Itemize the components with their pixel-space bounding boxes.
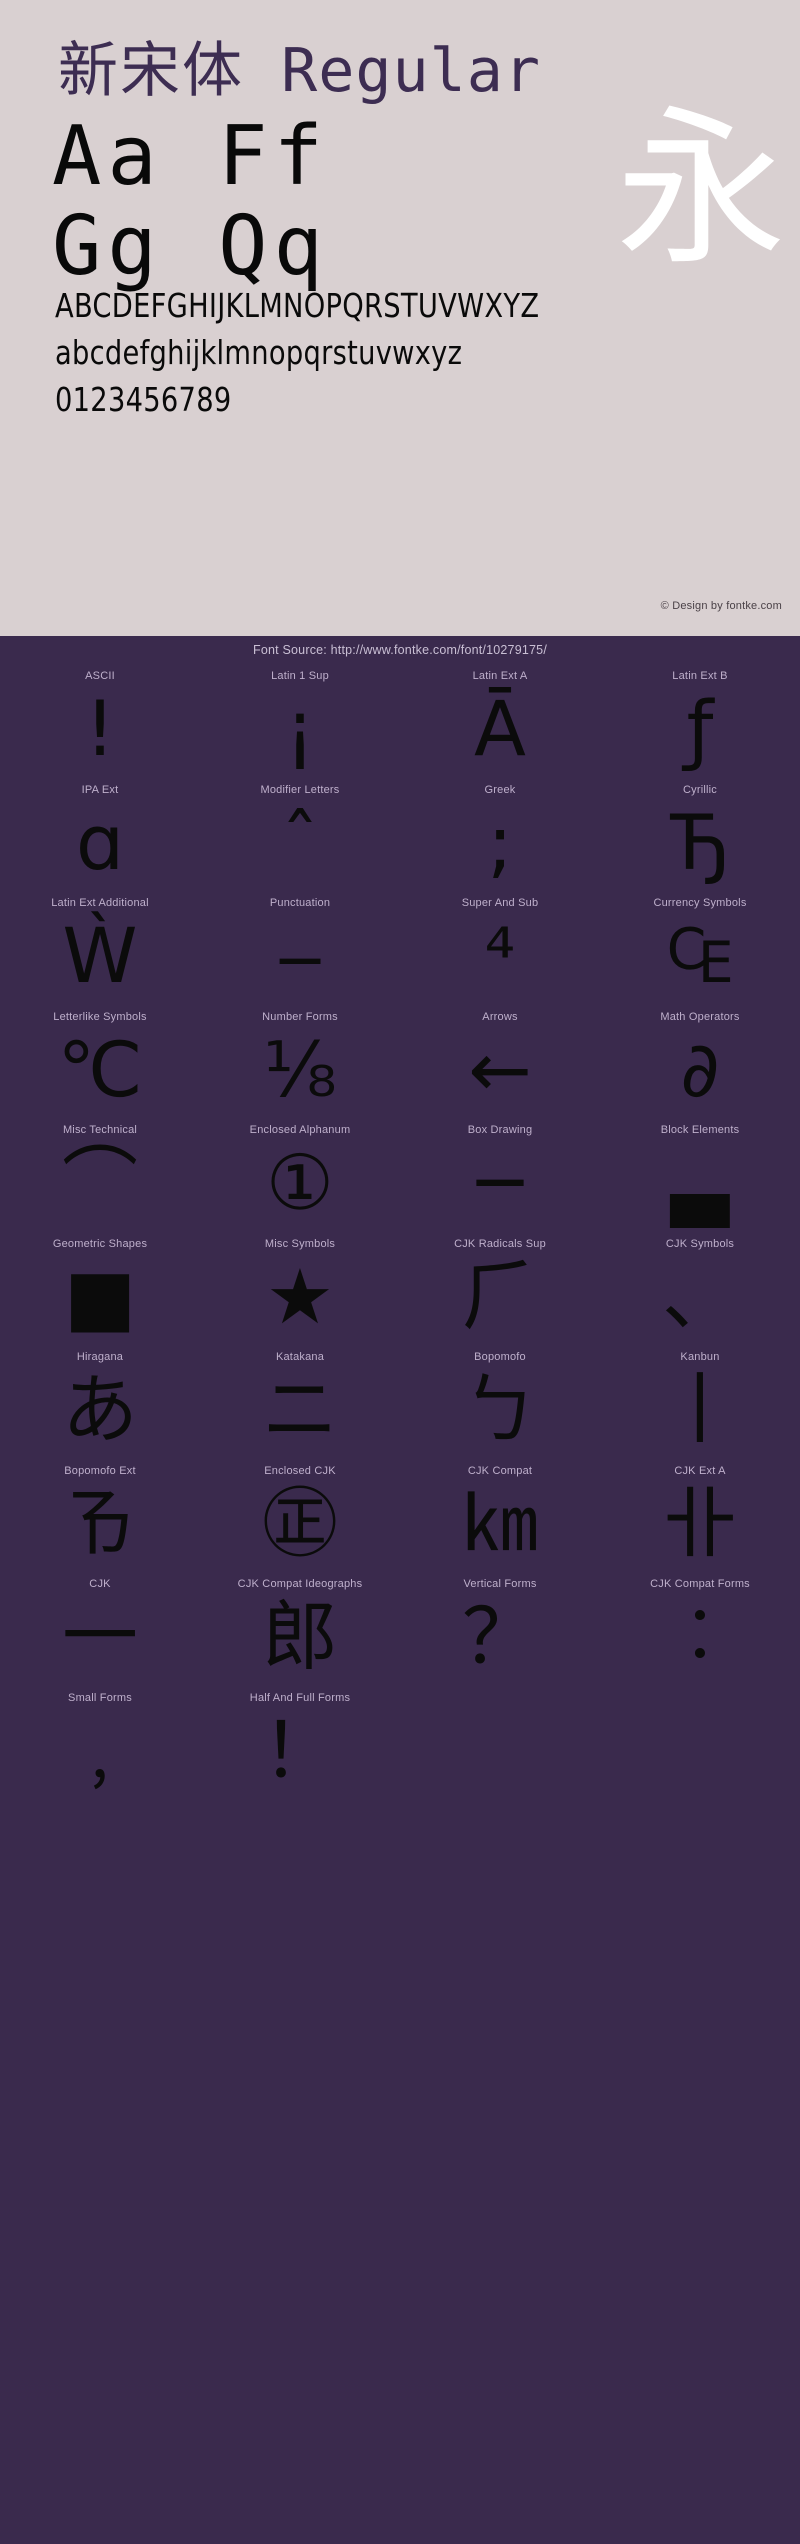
unicode-block-glyph: ﹐: [62, 1705, 138, 1795]
unicode-block-cell[interactable]: CJK Symbols、: [600, 1232, 800, 1346]
unicode-block-cell[interactable]: CJK Compat ㎞: [400, 1459, 600, 1573]
unicode-block-cell[interactable]: Enclosed Alphanum ①: [200, 1118, 400, 1232]
unicode-block-glyph: ⌒: [62, 1138, 138, 1227]
unicode-block-glyph: ;: [487, 797, 513, 887]
unicode-block-glyph: ⺁: [462, 1251, 538, 1341]
unicode-block-glyph: [600, 1702, 800, 1800]
unicode-block-cell[interactable]: Misc Technical ⌒: [0, 1118, 200, 1232]
showcase-glyph: 永: [615, 91, 786, 289]
unicode-block-glyph: 卝: [662, 1478, 738, 1568]
unicode-block-cell[interactable]: Latin Ext Bƒ: [600, 664, 800, 778]
unicode-block-cell[interactable]: Box Drawing ─: [400, 1118, 600, 1232]
unicode-block-glyph: ƒ: [686, 684, 714, 773]
page-title: 新宋体 Regular: [58, 36, 541, 106]
unicode-block-glyph: Ā: [474, 684, 526, 773]
unicode-block-cell[interactable]: CJK Ext A卝: [600, 1459, 800, 1573]
unicode-block-glyph: ▃: [670, 1138, 730, 1227]
unicode-block-glyph: ㎞: [462, 1478, 538, 1568]
unicode-block-cell[interactable]: Hiragana あ: [0, 1345, 200, 1459]
unicode-block-glyph: ㊣: [262, 1478, 338, 1568]
unicode-block-cell[interactable]: Cyrillic Ђ: [600, 778, 800, 892]
unicode-block-glyph: ㄅ: [462, 1365, 538, 1454]
unicode-block-cell[interactable]: Block Elements ▃: [600, 1118, 800, 1232]
unicode-block-glyph: 郎: [262, 1592, 338, 1681]
unicode-block-glyph: ←: [468, 1024, 532, 1114]
unicode-block-glyph: ¡: [284, 684, 316, 773]
uppercase-alphabet-row: ABCDEFGHIJKLMNOPQRSTUVWXYZ: [55, 286, 540, 325]
unicode-block-cell[interactable]: IPA Ext ɑ: [0, 778, 200, 892]
letter-pairs-block: Aa Ff Gg Qq: [52, 112, 482, 292]
letter-pair-row-1: Aa Ff: [52, 109, 329, 204]
unicode-block-glyph: !: [84, 684, 116, 773]
unicode-block-glyph: [400, 1702, 600, 1800]
specimen-panel: 新宋体 Regular Aa Ff Gg Qq 永 ABCDEFGHIJKLMN…: [0, 0, 800, 636]
unicode-block-cell[interactable]: Geometric Shapes ■: [0, 1232, 200, 1346]
unicode-block-glyph: ˆ: [281, 797, 319, 887]
unicode-block-glyph: ℃: [57, 1024, 143, 1114]
unicode-block-glyph: ★: [265, 1251, 335, 1341]
unicode-block-cell[interactable]: Half And Full Forms！: [200, 1686, 400, 1800]
unicode-block-cell[interactable]: CJK 一: [0, 1572, 200, 1686]
alphabet-block: ABCDEFGHIJKLMNOPQRSTUVWXYZ abcdefghijklm…: [55, 282, 755, 423]
unicode-block-glyph: ─: [477, 1138, 523, 1227]
unicode-block-cell[interactable]: Small Forms ﹐: [0, 1686, 200, 1800]
unicode-block-glyph: ①: [265, 1138, 335, 1227]
unicode-block-glyph: ‒: [275, 911, 325, 1000]
unicode-block-glyph: 一: [62, 1592, 138, 1681]
unicode-block-cell[interactable]: Punctuation ‒: [200, 891, 400, 1005]
letter-pair-row-2: Gg Qq: [52, 199, 329, 294]
unicode-block-glyph: あ: [62, 1365, 138, 1454]
unicode-block-cell[interactable]: [400, 1686, 600, 1800]
unicode-block-glyph: Ђ: [670, 797, 730, 887]
unicode-block-glyph: ︰: [662, 1592, 738, 1681]
unicode-block-glyph: ⁴: [484, 911, 516, 1000]
unicode-block-glyph: ㄯ: [62, 1478, 138, 1568]
unicode-block-glyph: ■: [64, 1251, 136, 1341]
unicode-block-cell[interactable]: Enclosed CJK ㊣: [200, 1459, 400, 1573]
unicode-block-cell[interactable]: Bopomofo ㄅ: [400, 1345, 600, 1459]
lowercase-alphabet-row: abcdefghijklmnopqrstuvwxyz: [55, 333, 463, 372]
unicode-block-cell[interactable]: Katakana ニ: [200, 1345, 400, 1459]
unicode-block-cell[interactable]: Vertical Forms？: [400, 1572, 600, 1686]
unicode-block-cell[interactable]: Currency Symbols ₠: [600, 891, 800, 1005]
unicode-block-cell[interactable]: Latin Ext Additional Ẁ: [0, 891, 200, 1005]
unicode-block-cell[interactable]: Number Forms ⅛: [200, 1005, 400, 1119]
unicode-block-cell[interactable]: Misc Symbols ★: [200, 1232, 400, 1346]
unicode-block-glyph: ！: [262, 1705, 338, 1795]
unicode-block-cell[interactable]: CJK Compat Ideographs 郎: [200, 1572, 400, 1686]
unicode-block-glyph: 丨: [662, 1365, 738, 1454]
unicode-block-cell[interactable]: Super And Sub ⁴: [400, 891, 600, 1005]
unicode-block-glyph: Ẁ: [62, 911, 138, 1000]
unicode-block-cell[interactable]: Bopomofo Ext ㄯ: [0, 1459, 200, 1573]
unicode-block-cell[interactable]: Math Operators ∂: [600, 1005, 800, 1119]
font-specimen-page: 新宋体 Regular Aa Ff Gg Qq 永 ABCDEFGHIJKLMN…: [0, 0, 800, 2544]
unicode-block-cell[interactable]: Greek;: [400, 778, 600, 892]
unicode-block-glyph: ∂: [680, 1024, 720, 1114]
copyright-notice: © Design by fontke.com: [660, 600, 782, 612]
unicode-block-cell[interactable]: Latin Ext AĀ: [400, 664, 600, 778]
unicode-blocks-grid: ASCII! Latin 1 Sup ¡ Latin Ext A Ā Latin Ext …: [0, 664, 800, 1799]
unicode-block-glyph: ₠: [666, 911, 734, 1000]
unicode-block-glyph: ？: [462, 1592, 538, 1681]
unicode-block-cell[interactable]: CJK Radicals Sup ⺁: [400, 1232, 600, 1346]
font-source-bar[interactable]: Font Source: http://www.fontke.com/font/…: [0, 636, 800, 664]
unicode-block-cell[interactable]: Modifier Letters ˆ: [200, 778, 400, 892]
unicode-block-glyph: ⅛: [263, 1024, 337, 1114]
unicode-block-glyph: ニ: [262, 1365, 338, 1454]
unicode-block-cell[interactable]: ASCII!: [0, 664, 200, 778]
unicode-block-cell[interactable]: CJK Compat Forms ︰: [600, 1572, 800, 1686]
unicode-block-cell[interactable]: Arrows ←: [400, 1005, 600, 1119]
unicode-block-glyph: ɑ: [75, 797, 125, 887]
unicode-block-cell[interactable]: Letterlike Symbols ℃: [0, 1005, 200, 1119]
unicode-block-cell[interactable]: [600, 1686, 800, 1800]
digits-row: 0123456789: [55, 380, 232, 419]
title-style-text: Regular: [244, 36, 541, 106]
title-cjk-text: 新宋体: [58, 36, 244, 106]
unicode-block-cell[interactable]: Latin 1 Sup ¡: [200, 664, 400, 778]
unicode-block-glyph: 、: [662, 1251, 738, 1341]
unicode-block-cell[interactable]: Kanbun 丨: [600, 1345, 800, 1459]
